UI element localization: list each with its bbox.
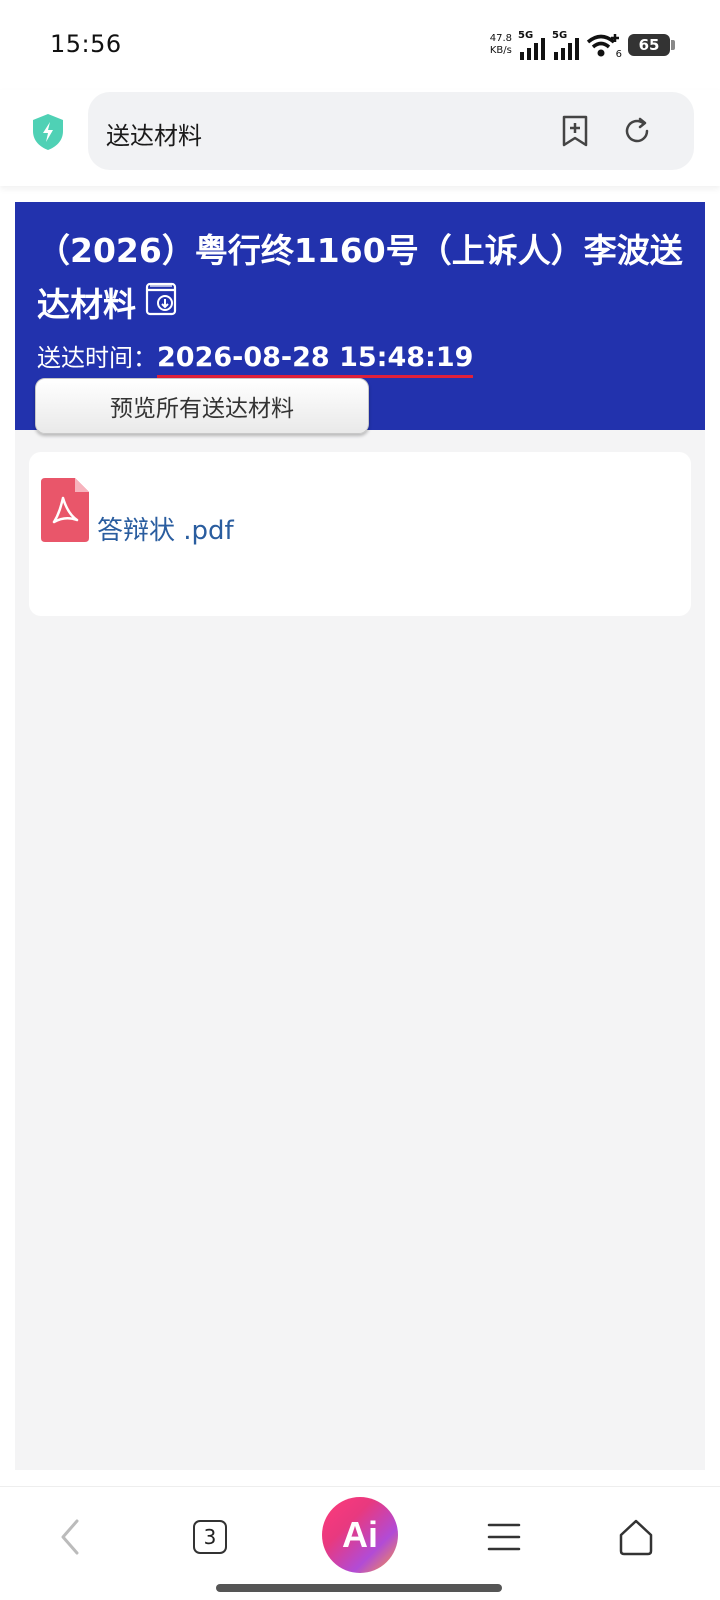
home-indicator[interactable]	[216, 1584, 502, 1592]
wifi-icon: 6	[586, 30, 622, 60]
file-item[interactable]: 答辩状 .pdf	[41, 472, 234, 547]
sim2-label: 5G	[552, 30, 568, 41]
address-text[interactable]: 送达材料	[106, 116, 202, 151]
tabs-button[interactable]: 3	[180, 1507, 240, 1567]
file-list-card: 答辩状 .pdf	[29, 452, 691, 616]
battery-icon: 65	[628, 34, 675, 56]
case-header: （2026）粤行终1160号（上诉人）李波送达材料 送达时间：2026-08-2…	[15, 202, 705, 434]
delivery-time-label: 送达时间：	[37, 344, 157, 372]
download-icon[interactable]	[144, 280, 180, 334]
ai-assistant-button[interactable]: Ai	[322, 1497, 398, 1573]
add-bookmark-icon[interactable]	[558, 114, 592, 148]
back-icon[interactable]	[40, 1507, 100, 1567]
network-speed: 47.8 KB/s	[490, 33, 512, 57]
browser-toolbar: 送达材料	[0, 90, 720, 186]
menu-icon[interactable]	[474, 1507, 534, 1567]
pdf-icon	[41, 477, 89, 542]
status-icons: 47.8 KB/s 5G 5G 6 65	[490, 28, 675, 62]
page-title-text: （2026）粤行终1160号（上诉人）李波送达材料	[37, 231, 683, 324]
battery-level: 65	[638, 36, 660, 54]
address-bar[interactable]: 送达材料	[88, 92, 694, 170]
security-shield-icon[interactable]	[30, 112, 66, 152]
home-icon[interactable]	[606, 1507, 666, 1567]
file-name-link[interactable]: 答辩状 .pdf	[97, 510, 234, 547]
delivery-time-value: 2026-08-28 15:48:19	[157, 342, 474, 378]
sim2-signal-icon: 5G	[552, 30, 580, 60]
status-time: 15:56	[50, 30, 122, 58]
preview-all-button[interactable]: 预览所有送达材料	[35, 378, 369, 434]
sim1-signal-icon: 5G	[518, 30, 546, 60]
refresh-icon[interactable]	[620, 114, 654, 148]
page-title: （2026）粤行终1160号（上诉人）李波送达材料	[37, 224, 687, 334]
bottom-navigation: 3 Ai	[0, 1486, 720, 1600]
net-speed-unit: KB/s	[489, 45, 512, 56]
net-speed-value: 47.8	[489, 33, 512, 44]
wifi-sub-label: 6	[615, 49, 622, 60]
delivery-time-row: 送达时间：2026-08-28 15:48:19	[37, 338, 474, 378]
sim1-label: 5G	[518, 30, 534, 41]
page-content: （2026）粤行终1160号（上诉人）李波送达材料 送达时间：2026-08-2…	[15, 202, 705, 1470]
status-bar: 15:56 47.8 KB/s 5G 5G 6 65	[0, 0, 720, 90]
tab-count: 3	[193, 1520, 227, 1554]
